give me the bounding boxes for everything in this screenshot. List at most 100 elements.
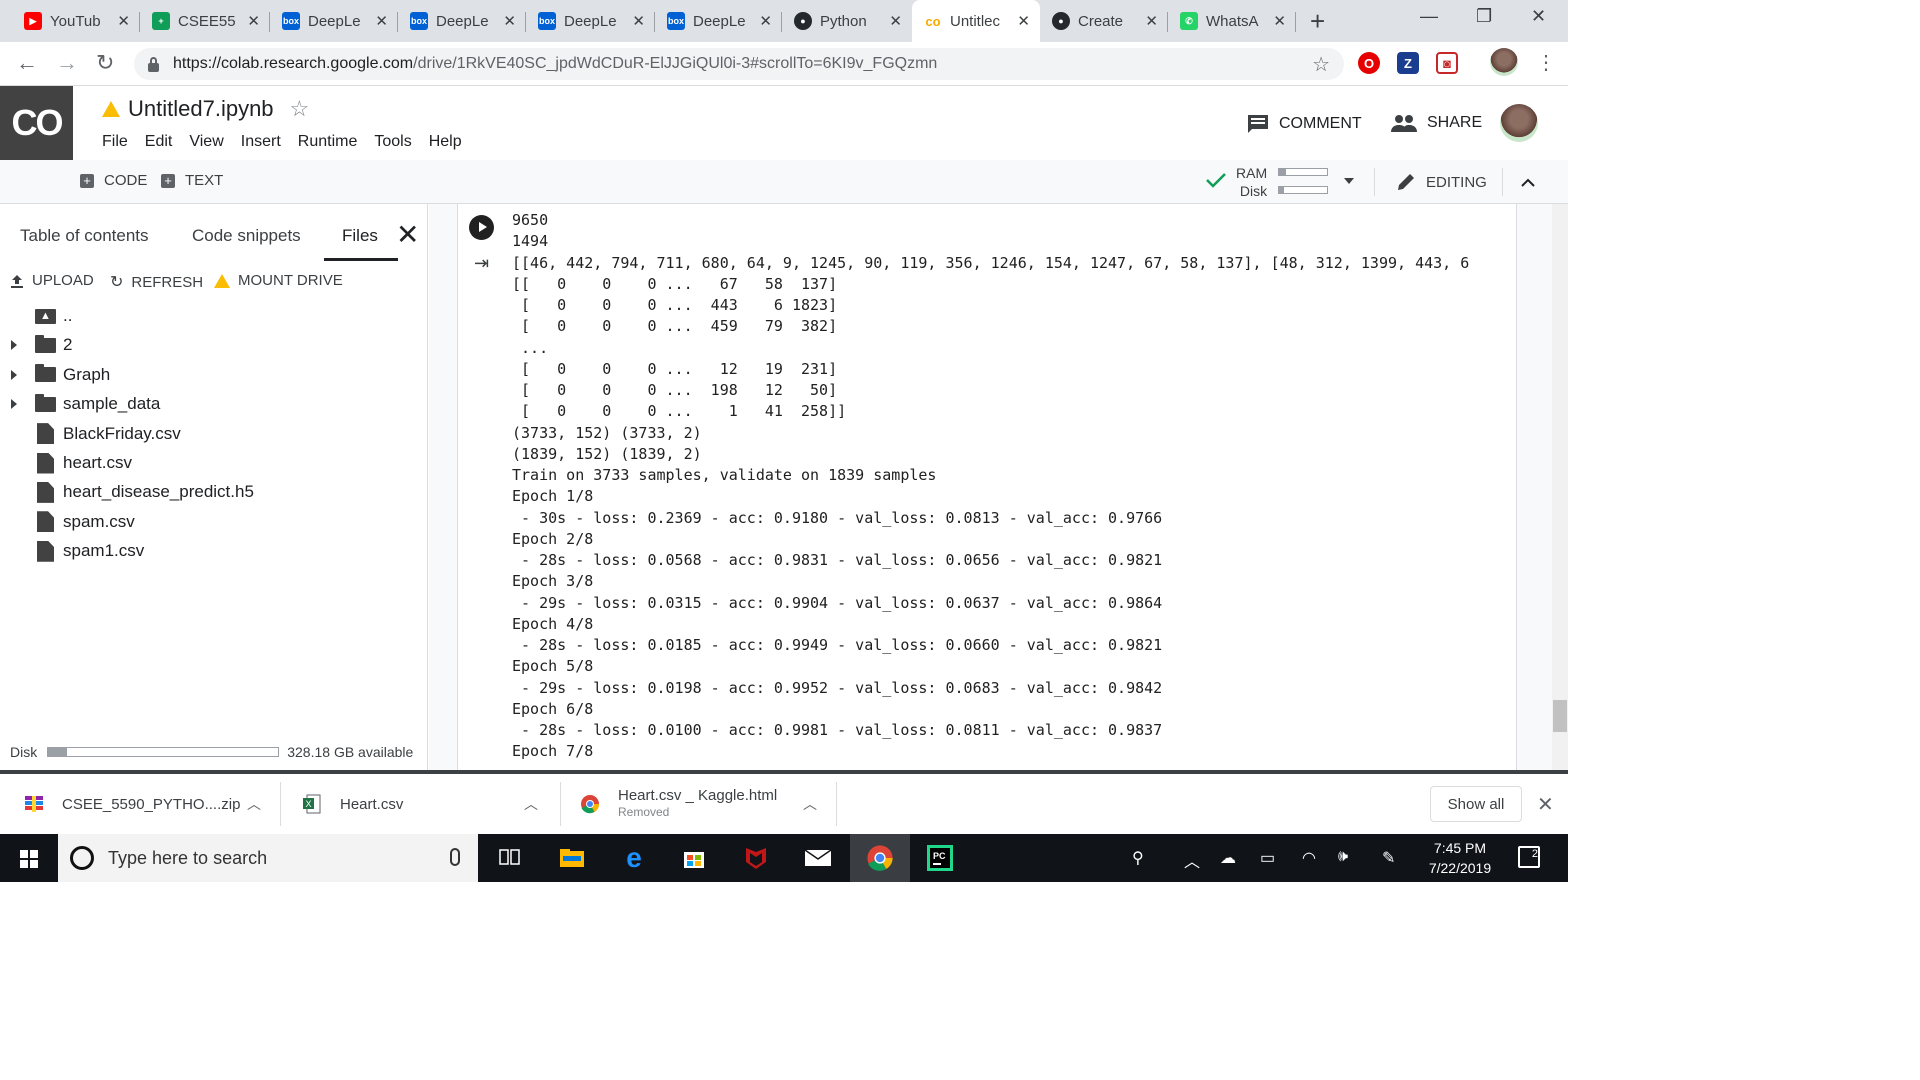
download-item[interactable]: Heart.csv _ Kaggle.html Removed: [580, 774, 777, 834]
back-arrow-icon[interactable]: ←: [16, 50, 38, 76]
profile-avatar[interactable]: [1490, 48, 1518, 76]
pen-icon[interactable]: ✎: [1382, 848, 1395, 868]
close-tab-icon[interactable]: ✕: [1145, 12, 1158, 30]
chevron-up-icon[interactable]: ︿: [803, 774, 817, 834]
parent-folder-item[interactable]: ▲..: [0, 302, 428, 330]
close-shelf-icon[interactable]: ✕: [1537, 792, 1554, 817]
add-code-button[interactable]: + CODE: [80, 172, 147, 189]
taskbar-search[interactable]: Type here to search: [58, 834, 478, 882]
tab-code-snippets[interactable]: Code snippets: [192, 226, 301, 246]
chevron-up-icon[interactable]: ︿: [524, 774, 538, 834]
browser-tab[interactable]: box DeepLe ✕: [270, 0, 398, 42]
close-tab-icon[interactable]: ✕: [503, 12, 516, 30]
address-bar[interactable]: https://colab.research.google.com/drive/…: [134, 48, 1344, 80]
resource-labels[interactable]: RAM Disk: [1236, 164, 1267, 200]
download-item[interactable]: X Heart.csv: [302, 774, 403, 834]
scrollbar-thumb[interactable]: [1553, 700, 1567, 732]
tab-table-of-contents[interactable]: Table of contents: [20, 226, 149, 246]
new-tab-button[interactable]: +: [1310, 6, 1325, 37]
file-explorer-icon[interactable]: [542, 834, 602, 882]
browser-tab[interactable]: box DeepLe ✕: [398, 0, 526, 42]
chevron-up-icon[interactable]: [1520, 176, 1536, 188]
close-tab-icon[interactable]: ✕: [1017, 12, 1030, 30]
show-all-downloads-button[interactable]: Show all: [1430, 786, 1522, 822]
browser-tab[interactable]: + CSEE55 ✕: [140, 0, 270, 42]
refresh-button[interactable]: ↻ REFRESH: [110, 272, 203, 292]
run-cell-button[interactable]: [469, 215, 494, 240]
comment-button[interactable]: COMMENT: [1247, 114, 1362, 134]
menu-edit[interactable]: Edit: [145, 133, 173, 151]
window-close-icon[interactable]: ✕: [1531, 6, 1546, 27]
minimize-icon[interactable]: —: [1420, 6, 1438, 27]
star-icon[interactable]: ☆: [290, 96, 310, 122]
close-tab-icon[interactable]: ✕: [632, 12, 645, 30]
chrome-menu-icon[interactable]: ⋮: [1536, 50, 1556, 75]
menu-runtime[interactable]: Runtime: [298, 133, 358, 151]
chevron-up-tray-icon[interactable]: ︿: [1184, 848, 1200, 872]
battery-icon[interactable]: ▭: [1260, 848, 1275, 868]
folder-item[interactable]: Graph: [0, 361, 428, 389]
action-center-icon[interactable]: 2: [1518, 846, 1540, 868]
folder-item[interactable]: 2: [0, 331, 428, 359]
expand-caret-icon[interactable]: [11, 340, 17, 351]
chevron-up-icon[interactable]: ︿: [247, 774, 261, 834]
close-tab-icon[interactable]: ✕: [759, 12, 772, 30]
mount-drive-button[interactable]: MOUNT DRIVE: [214, 272, 343, 289]
browser-tab[interactable]: ▶ YouTub ✕: [12, 0, 140, 42]
z-ext-icon[interactable]: Z: [1397, 52, 1419, 74]
mail-icon[interactable]: [788, 834, 848, 882]
taskbar-clock[interactable]: 7:45 PM 7/22/2019: [1412, 838, 1508, 878]
browser-tab[interactable]: ● Create ✕: [1040, 0, 1168, 42]
menu-file[interactable]: File: [102, 133, 128, 151]
browser-tab[interactable]: co Untitlec ✕: [912, 0, 1040, 42]
download-item[interactable]: CSEE_5590_PYTHO....zip: [24, 774, 240, 834]
close-panel-icon[interactable]: ✕: [396, 218, 419, 251]
pocket-ext-icon[interactable]: ◙: [1436, 52, 1458, 74]
account-avatar[interactable]: [1500, 104, 1538, 142]
file-item[interactable]: spam1.csv: [0, 537, 428, 565]
tab-files[interactable]: Files: [342, 226, 378, 246]
wifi-icon[interactable]: ◠: [1302, 848, 1316, 868]
close-tab-icon[interactable]: ✕: [247, 12, 260, 30]
reload-icon[interactable]: ↻: [96, 50, 114, 76]
menu-help[interactable]: Help: [429, 133, 462, 151]
file-item[interactable]: spam.csv: [0, 508, 428, 536]
expand-caret-icon[interactable]: [11, 399, 17, 410]
microphone-icon[interactable]: [450, 848, 460, 866]
editing-mode-button[interactable]: EDITING: [1396, 172, 1487, 192]
file-item[interactable]: BlackFriday.csv: [0, 420, 428, 448]
mcafee-icon[interactable]: [726, 834, 786, 882]
browser-tab[interactable]: box DeepLe ✕: [526, 0, 655, 42]
restore-icon[interactable]: ❐: [1476, 6, 1492, 27]
share-button[interactable]: SHARE: [1391, 114, 1482, 132]
upload-button[interactable]: UPLOAD: [10, 272, 94, 289]
close-tab-icon[interactable]: ✕: [889, 12, 902, 30]
forward-arrow-icon[interactable]: →: [56, 50, 78, 76]
close-tab-icon[interactable]: ✕: [117, 12, 130, 30]
store-icon[interactable]: [664, 834, 724, 882]
add-text-button[interactable]: + TEXT: [161, 172, 223, 189]
edge-icon[interactable]: e: [604, 834, 664, 882]
file-item[interactable]: heart.csv: [0, 449, 428, 477]
close-tab-icon[interactable]: ✕: [375, 12, 388, 30]
vertical-scrollbar[interactable]: [1552, 204, 1568, 770]
volume-icon[interactable]: 🕪: [1338, 848, 1348, 866]
browser-tab[interactable]: box DeepLe ✕: [655, 0, 782, 42]
close-tab-icon[interactable]: ✕: [1273, 12, 1286, 30]
menu-tools[interactable]: Tools: [374, 133, 411, 151]
browser-tab[interactable]: ● Python ✕: [782, 0, 912, 42]
browser-tab[interactable]: ✆ WhatsA ✕: [1168, 0, 1296, 42]
file-item[interactable]: heart_disease_predict.h5: [0, 478, 428, 506]
notebook-title[interactable]: Untitled7.ipynb: [128, 96, 274, 122]
pycharm-icon[interactable]: PC: [910, 834, 970, 882]
menu-insert[interactable]: Insert: [241, 133, 281, 151]
people-tray-icon[interactable]: ⚲: [1132, 848, 1144, 868]
onedrive-icon[interactable]: ☁: [1220, 848, 1236, 868]
expand-caret-icon[interactable]: [11, 369, 17, 380]
colab-logo[interactable]: CO: [0, 86, 73, 160]
output-exit-icon[interactable]: ⇥: [474, 253, 489, 274]
folder-item[interactable]: sample_data: [0, 390, 428, 418]
bookmark-star-icon[interactable]: ☆: [1312, 52, 1330, 77]
opera-ext-icon[interactable]: O: [1358, 52, 1380, 74]
windows-start-icon[interactable]: [20, 850, 38, 868]
